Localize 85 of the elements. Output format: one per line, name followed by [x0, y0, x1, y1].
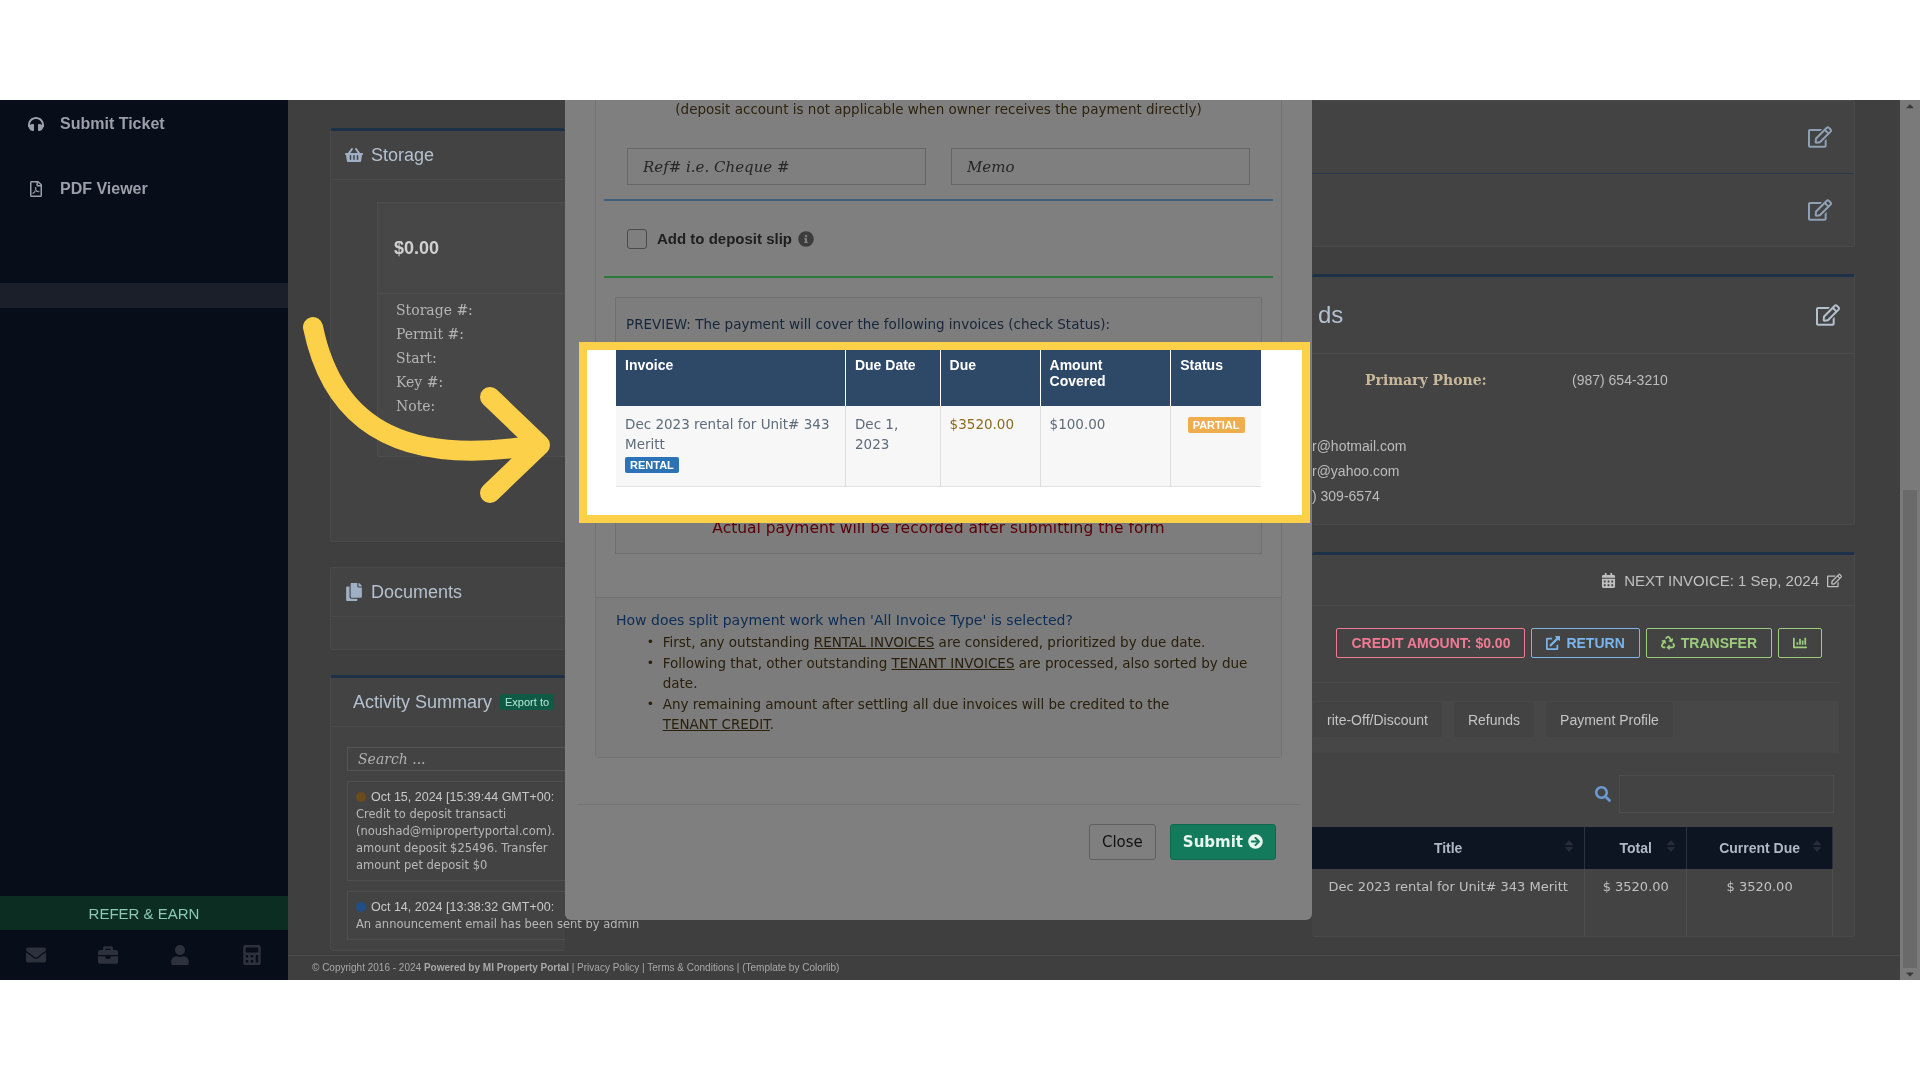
panel-title: Documents [371, 581, 463, 603]
search-icon [1595, 786, 1611, 802]
credit-amount-button[interactable]: CREDIT AMOUNT: $0.00 [1336, 628, 1526, 658]
bar-chart-icon [1793, 636, 1807, 650]
help-question[interactable]: How does split payment work when 'All Invoice Type' is selected? [616, 612, 1261, 628]
activity-text: Credit to deposit transacti [356, 807, 507, 821]
field-label: Permit #: [396, 326, 466, 344]
activity-time: Oct 15, 2024 [15:39:44 GMT+00: [371, 790, 555, 804]
submit-button[interactable]: Submit [1169, 823, 1276, 860]
field-label: Key #: [396, 374, 445, 392]
activity-text: (noushad@mipropertyportal.com). [356, 824, 556, 838]
activity-text: amount pet deposit $0 [356, 858, 488, 872]
rental-tag: RENTAL [625, 457, 679, 473]
status-tag: PARTIAL [1187, 417, 1245, 433]
tab[interactable]: Refunds [1452, 701, 1536, 737]
headphones-icon [28, 116, 44, 132]
memo-field[interactable]: Memo [951, 148, 1250, 185]
bullet-mark: • [648, 653, 653, 672]
field-label: Note: [396, 398, 437, 416]
help-link[interactable]: TENANT CREDIT [662, 716, 770, 732]
return-button[interactable]: RETURN [1531, 628, 1640, 658]
checkbox[interactable] [627, 228, 647, 249]
table-cell: Dec 1, 2023 [845, 406, 941, 487]
contact-text: ) 309-6574 [1312, 488, 1381, 504]
help-link[interactable]: RENTAL INVOICES [813, 634, 935, 650]
transfer-button[interactable]: TRANSFER [1645, 628, 1772, 658]
help-bullet: Following that, other outstanding TENANT INVOICES are processed, also sorted by due date. [662, 653, 1249, 693]
column-header[interactable]: Current Due [1686, 827, 1833, 869]
search-field[interactable]: Search ... [347, 747, 565, 771]
table-cell: $ 3520.00 [1686, 869, 1833, 936]
edit-icon[interactable] [1808, 198, 1832, 222]
column-header[interactable]: Title [1312, 827, 1585, 869]
pdf-file-icon [28, 181, 44, 197]
table-cell: $100.00 [1040, 406, 1171, 487]
field-label: Storage #: [396, 302, 474, 320]
invoice-title: Dec 2023 rental for Unit# 343 Meritt [625, 416, 830, 452]
refer-button[interactable]: REFER & EARN [0, 896, 288, 930]
user-icon[interactable] [170, 945, 190, 965]
panel-title: ds [1318, 301, 1344, 329]
bullet-mark: • [648, 633, 653, 651]
panel-title: Activity Summary [353, 691, 493, 713]
info-icon [798, 230, 814, 247]
help-bullet: Any remaining amount after settling all due invoices will be credited to the TENANT CREDIT. [662, 694, 1171, 734]
next-invoice-text: NEXT INVOICE: 1 Sep, 2024 [1624, 571, 1819, 589]
edit-icon[interactable] [1808, 125, 1832, 149]
panel-title: Storage [371, 144, 435, 166]
chart-button[interactable] [1778, 628, 1822, 658]
help-link[interactable]: TENANT INVOICES [891, 654, 1015, 671]
column-header: Status [1170, 350, 1261, 406]
column-header[interactable]: Total [1584, 827, 1687, 869]
column-header: Due [940, 350, 1041, 406]
field-value: (987) 654-3210 [1572, 372, 1668, 388]
table-cell: $3520.00 [940, 406, 1041, 487]
export-button[interactable]: Export to [500, 694, 555, 710]
sidebar-item[interactable]: Submit Ticket [0, 108, 288, 140]
external-link-icon [1546, 636, 1561, 650]
field-label: Start: [396, 350, 438, 368]
activity-time: Oct 14, 2024 [13:38:32 GMT+00: [371, 900, 555, 914]
sidebar-item[interactable]: PDF Viewer [0, 173, 288, 205]
mail-icon[interactable] [26, 945, 46, 965]
column-header: Amount Covered [1040, 350, 1171, 406]
recycle-icon [1660, 636, 1675, 650]
briefcase-icon[interactable] [98, 945, 118, 965]
tab[interactable]: rite-Off/Discount [1312, 701, 1443, 737]
field-label: Primary Phone: [1365, 372, 1488, 388]
basket-icon [345, 146, 363, 164]
column-header: Due Date [845, 350, 941, 406]
deposit-note: (deposit account is not applicable when owner receives the payment directly) [674, 100, 1203, 117]
checkbox-label: Add to deposit slip [657, 230, 792, 247]
contact-text: r@yahoo.com [1312, 463, 1401, 479]
contact-text: r@hotmail.com [1312, 438, 1408, 454]
calendar-icon [1601, 572, 1617, 588]
preview-intro: PREVIEW: The payment will cover the following invoices (check Status): [625, 315, 1112, 334]
table-cell: $ 3520.00 [1584, 869, 1687, 936]
help-bullet: First, any outstanding RENTAL INVOICES are considered, prioritized by due date. [662, 633, 1206, 652]
reference-field[interactable]: Ref# i.e. Cheque # [627, 148, 926, 185]
copy-icon [345, 583, 363, 601]
edit-icon[interactable] [1816, 303, 1840, 327]
calculator-icon[interactable] [242, 945, 262, 965]
activity-text: amount deposit $25496. Transfer [356, 841, 548, 855]
edit-icon[interactable] [1827, 572, 1842, 588]
column-header: Invoice [616, 350, 846, 406]
bullet-mark: • [648, 694, 653, 713]
tab[interactable]: Payment Profile [1545, 701, 1674, 737]
close-button[interactable]: Close [1088, 823, 1156, 860]
